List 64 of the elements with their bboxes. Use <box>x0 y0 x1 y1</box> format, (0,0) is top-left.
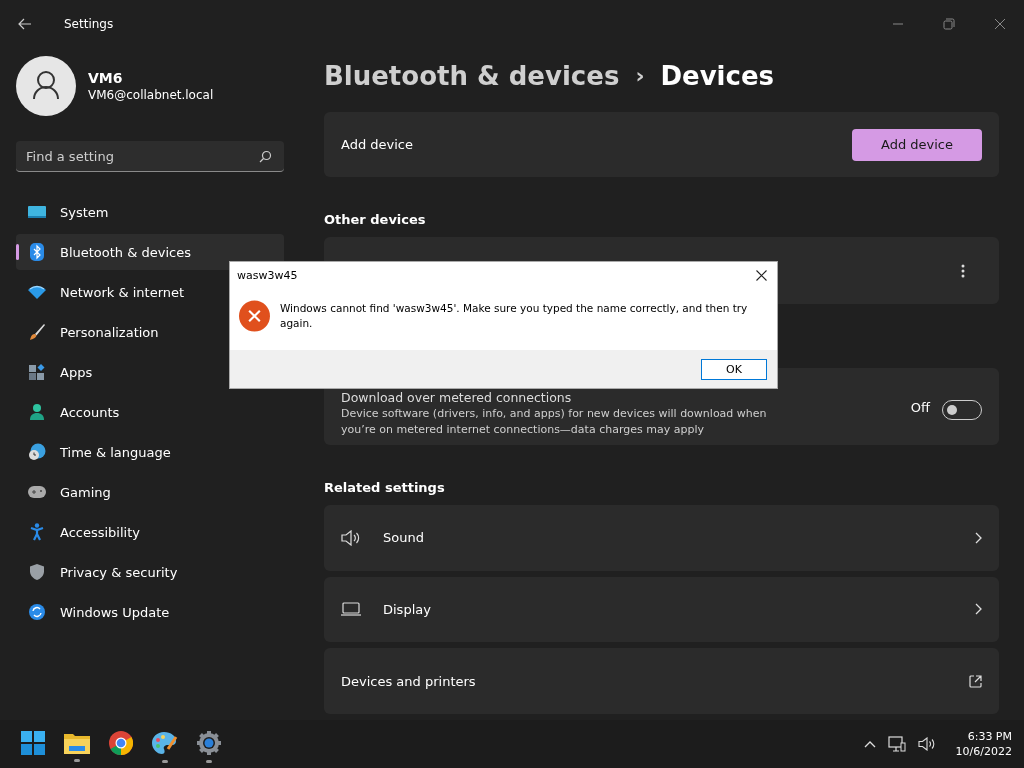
bluetooth-icon <box>28 243 46 261</box>
gamepad-icon <box>28 486 46 498</box>
settings-link[interactable]: Devices and printers <box>324 648 999 714</box>
gear-icon[interactable] <box>197 731 221 755</box>
breadcrumb-separator: › <box>635 63 645 89</box>
running-indicator <box>206 760 212 763</box>
sidebar-item[interactable]: Privacy & security <box>16 554 284 590</box>
avatar-icon <box>16 56 76 116</box>
accessibility-icon <box>28 523 46 541</box>
sidebar-item[interactable]: Accessibility <box>16 514 284 550</box>
monitor-icon <box>28 204 46 220</box>
settings-link[interactable]: Sound <box>324 504 999 571</box>
toggle-state: Off <box>910 400 930 416</box>
card-label: Add device <box>341 137 413 153</box>
search-field[interactable]: Find a setting <box>16 141 284 172</box>
running-indicator <box>162 760 168 763</box>
update-icon <box>28 604 46 620</box>
start-icon[interactable] <box>21 731 45 755</box>
sidebar-item[interactable]: System <box>16 194 284 230</box>
chevron-up-icon[interactable] <box>863 740 876 748</box>
wifi-icon <box>28 285 46 299</box>
user-email: VM6@collabnet.local <box>88 88 214 102</box>
window-title: Settings <box>64 17 114 31</box>
sidebar-item[interactable]: Apps <box>16 354 284 390</box>
dialog-message: Windows cannot find 'wasw3w45'. Make sure you typed the name correctly, and then try again. <box>279 301 749 331</box>
close-icon[interactable] <box>756 269 767 281</box>
error-icon <box>239 300 270 332</box>
person-icon <box>28 403 46 421</box>
back-icon[interactable] <box>18 18 32 30</box>
search-icon <box>259 150 272 163</box>
section-heading: Other devices <box>324 212 427 228</box>
running-indicator <box>74 759 80 762</box>
add-device-button[interactable]: Add device <box>852 128 982 161</box>
user-name: VM6 <box>88 70 124 86</box>
apps-icon <box>28 364 46 380</box>
sidebar-item[interactable]: Windows Update <box>16 594 284 630</box>
palette-icon[interactable] <box>152 731 178 755</box>
folder-icon[interactable] <box>64 732 90 754</box>
speaker-icon <box>341 529 361 546</box>
page-title: Devices <box>660 60 775 91</box>
clock[interactable]: 6:33 PM 10/6/2022 <box>955 729 1012 759</box>
globe-clock-icon <box>28 443 46 461</box>
restore-icon[interactable] <box>943 18 955 30</box>
brush-icon <box>28 323 46 341</box>
chevron-right-icon <box>975 603 982 616</box>
sidebar-item[interactable]: Accounts <box>16 394 284 430</box>
sidebar-item[interactable]: Bluetooth & devices <box>16 234 284 270</box>
sidebar-item[interactable]: Gaming <box>16 474 284 510</box>
more-icon[interactable] <box>961 263 965 278</box>
browser-icon[interactable] <box>109 731 133 755</box>
external-link-icon <box>969 674 982 688</box>
setting-title: Download over metered connections <box>341 390 573 406</box>
volume-icon[interactable] <box>917 737 936 751</box>
chevron-right-icon <box>975 531 982 544</box>
network-icon[interactable] <box>887 736 906 752</box>
dialog-title: wasw3w45 <box>237 268 298 282</box>
breadcrumb-link[interactable]: Bluetooth & devices <box>324 60 620 91</box>
shield-icon <box>28 564 46 580</box>
settings-link[interactable]: Display <box>324 576 999 643</box>
section-heading: Related settings <box>324 479 446 495</box>
sidebar-item[interactable]: Time & language <box>16 434 284 470</box>
laptop-icon <box>341 602 361 617</box>
setting-description: Device software (drivers, info, and apps) for new devices will download when you’re on metered internet connections—data charges may apply <box>341 406 768 439</box>
ok-button[interactable]: OK <box>701 358 767 380</box>
